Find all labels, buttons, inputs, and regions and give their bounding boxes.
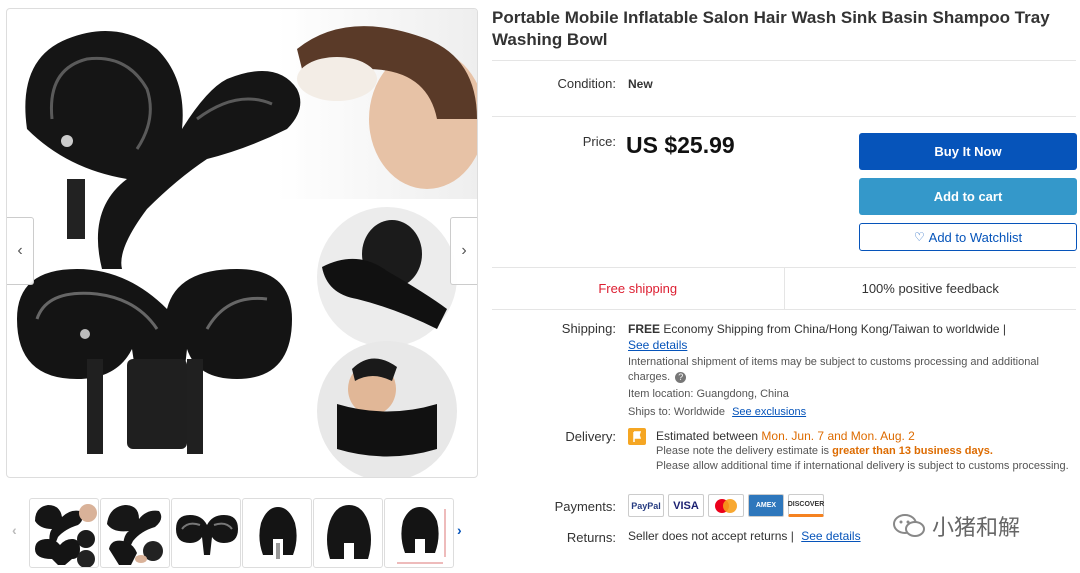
returns-see-details-link[interactable]: See details xyxy=(801,529,860,543)
ships-to-label: Ships to: xyxy=(628,406,671,418)
heart-icon: ♡ xyxy=(913,230,925,244)
discover-logo: DISCOVER xyxy=(788,494,824,517)
item-location: Item location: Guangdong, China xyxy=(628,388,789,400)
payments-label: Payments: xyxy=(554,499,616,514)
question-circle-icon[interactable]: ? xyxy=(675,372,687,383)
thumbnail-2[interactable] xyxy=(100,498,170,568)
thumbnail-image xyxy=(259,507,297,561)
shipping-see-details-link[interactable]: See details xyxy=(628,338,687,352)
wechat-icon xyxy=(893,514,925,537)
shipping-details: FREE Economy Shipping from China/Hong Ko… xyxy=(628,321,1073,353)
divider xyxy=(492,116,1076,117)
shipping-method: Economy Shipping from China/Hong Kong/Ta… xyxy=(663,322,1006,336)
delivery-allow-note: Please allow additional time if internat… xyxy=(656,460,1069,472)
watchlist-label: Add to Watchlist xyxy=(928,229,1023,245)
watermark-text: 小猪和解 xyxy=(932,516,1021,541)
shipping-free: FREE xyxy=(628,322,661,336)
thumbnail-4[interactable] xyxy=(242,498,312,568)
ships-to: Ships to: Worldwide See exclusions xyxy=(628,406,806,418)
item-location-value: Guangdong, China xyxy=(696,388,789,400)
add-to-cart-button[interactable]: Add to cart xyxy=(859,178,1077,215)
thumbnail-image xyxy=(176,515,238,555)
price-label: Price: xyxy=(582,134,616,149)
positive-feedback-badge: 100% positive feedback xyxy=(783,268,1077,309)
price-value: US $25.99 xyxy=(626,132,735,158)
watermark: 小猪和解 xyxy=(892,510,1020,542)
thumbnails-next-button[interactable]: › xyxy=(457,522,462,538)
thumbnail-image xyxy=(327,505,371,563)
thumbnails-prev-button[interactable]: ‹ xyxy=(12,522,17,538)
see-exclusions-link[interactable]: See exclusions xyxy=(732,406,806,418)
returns-details: Seller does not accept returns | See det… xyxy=(628,529,861,543)
delivery-estimate-prefix: Estimated between xyxy=(656,429,759,443)
gallery-next-button[interactable]: › xyxy=(450,217,477,285)
delivery-estimate-range: Mon. Jun. 7 and Mon. Aug. 2 xyxy=(761,429,915,443)
returns-value: Seller does not accept returns | xyxy=(628,529,794,543)
divider xyxy=(492,60,1076,61)
customs-note-text: International shipment of items may be s… xyxy=(628,356,1039,383)
condition-label: Condition: xyxy=(557,76,616,91)
ships-to-value: Worldwide xyxy=(673,406,726,418)
item-location-label: Item location: xyxy=(628,388,694,400)
add-to-watchlist-button[interactable]: ♡ Add to Watchlist xyxy=(859,223,1077,251)
thumbnail-6[interactable] xyxy=(384,498,454,568)
free-shipping-badge: Free shipping xyxy=(598,281,678,296)
listing-title: Portable Mobile Inflatable Salon Hair Wa… xyxy=(492,8,1050,49)
mastercard-logo xyxy=(708,494,744,517)
main-product-image[interactable]: ‹ › xyxy=(6,8,478,478)
thumbnail-image xyxy=(35,504,97,567)
chevron-left-icon: ‹ xyxy=(17,242,23,259)
delivery-label: Delivery: xyxy=(565,429,616,444)
buy-it-now-button[interactable]: Buy It Now xyxy=(859,133,1077,170)
amex-logo: AMEX xyxy=(748,494,784,517)
gallery-prev-button[interactable]: ‹ xyxy=(7,217,34,285)
shipping-label: Shipping: xyxy=(561,321,616,336)
product-photo xyxy=(17,9,477,477)
chevron-right-icon: › xyxy=(461,242,467,259)
delivery-note-prefix: Please note the delivery estimate is xyxy=(656,445,830,457)
orange-flag-icon xyxy=(628,428,646,445)
feature-bar: Free shipping 100% positive feedback xyxy=(492,267,1076,310)
thumbnail-strip: ‹ › xyxy=(6,498,478,570)
delivery-estimate-line: Estimated between Mon. Jun. 7 and Mon. A… xyxy=(656,429,1076,444)
thumbnail-1[interactable] xyxy=(29,498,99,568)
thumbnail-5[interactable] xyxy=(313,498,383,568)
delivery-details: Estimated between Mon. Jun. 7 and Mon. A… xyxy=(656,429,1076,474)
visa-logo: VISA xyxy=(668,494,704,517)
customs-note: International shipment of items may be s… xyxy=(628,355,1058,385)
condition-value: New xyxy=(628,77,653,91)
thumbnail-image xyxy=(397,507,446,564)
delivery-note-line: Please note the delivery estimate is gre… xyxy=(656,444,1076,459)
paypal-logo: PayPal xyxy=(628,494,664,517)
thumbnail-3[interactable] xyxy=(171,498,241,568)
returns-label: Returns: xyxy=(566,530,616,545)
delivery-note-highlight: greater than 13 business days. xyxy=(832,445,993,457)
thumbnail-image xyxy=(107,505,163,565)
